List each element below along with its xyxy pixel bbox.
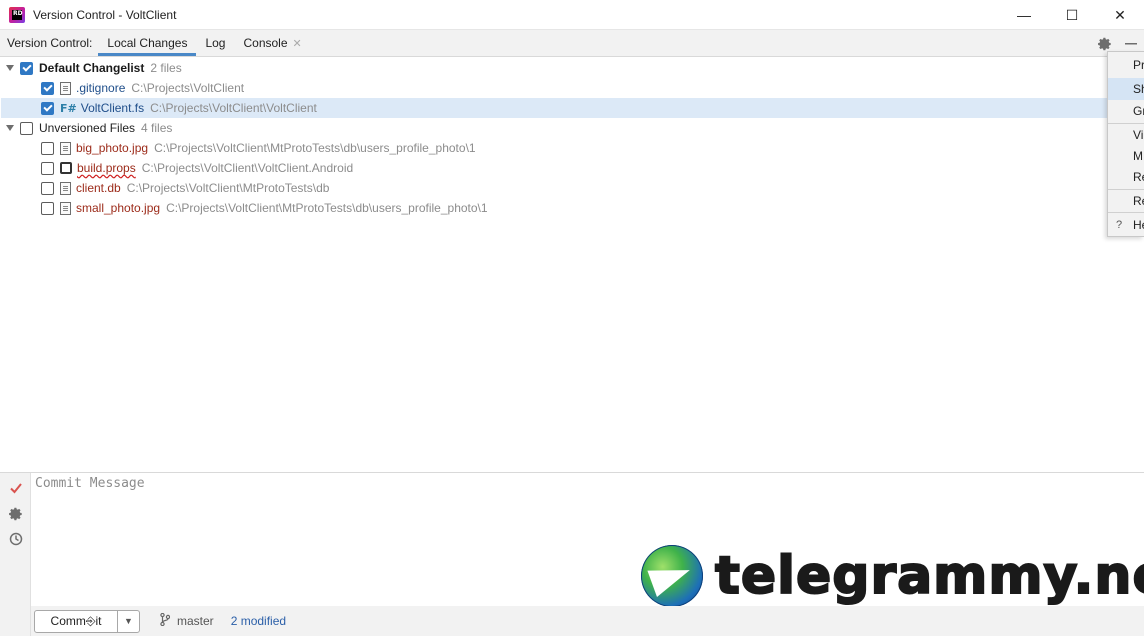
modified-count-link[interactable]: 2 modified [231,614,286,628]
commit-button[interactable]: Comm⎆it ▼ [34,609,140,633]
menu-item-label: He [1133,218,1144,232]
file-path: C:\Projects\VoltClient\MtProtoTests\db\u… [154,141,476,155]
changelist-default[interactable]: Default Changelist 2 files [1,58,1107,78]
menu-separator [1108,212,1144,213]
image-file-icon [60,141,71,155]
file-checkbox[interactable] [41,141,54,155]
logo-text: RD [12,9,23,20]
settings-icon[interactable] [8,506,24,522]
menu-item[interactable]: Vi [1108,124,1144,146]
tool-window-tabbar: Version Control: Local Changes Log Conso… [0,30,1144,57]
image-file-icon [60,201,71,215]
file-checkbox[interactable] [41,161,54,175]
changelist-checkbox[interactable] [20,121,33,135]
props-file-icon [60,162,72,174]
watermark-text: telegrammy.net [714,545,1144,607]
tab-label: Local Changes [107,36,188,50]
changelist-name: Default Changelist [39,61,145,75]
commit-button-label: Comm⎆it [50,613,102,628]
menu-item-help[interactable]: ? He [1108,214,1144,236]
options-popup-menu: Pr Sh Gr Vi M Re Re ? He [1107,51,1144,237]
file-checkbox[interactable] [41,101,54,115]
maximize-button[interactable]: ☐ [1048,0,1096,30]
file-row[interactable]: big_photo.jpg C:\Projects\VoltClient\MtP… [1,138,1107,158]
file-row[interactable]: build.props C:\Projects\VoltClient\VoltC… [1,158,1107,178]
paper-plane-icon [647,557,695,597]
menu-item[interactable]: Re [1108,166,1144,188]
file-name: big_photo.jpg [76,141,149,155]
file-name: .gitignore [76,81,126,95]
tab-label: Console [243,36,288,50]
branch-indicator[interactable]: master [160,612,214,629]
commit-dropdown-icon[interactable]: ▼ [117,610,139,632]
file-checkbox[interactable] [41,201,54,215]
watermark: telegrammy.net [641,544,1144,608]
menu-item[interactable]: M [1108,145,1144,167]
minimize-button[interactable]: — [1000,0,1048,30]
ignore-file-icon [60,81,71,95]
history-clock-icon[interactable] [8,531,24,547]
close-button[interactable]: ✕ [1096,0,1144,30]
window-title: Version Control - VoltClient [33,7,177,22]
changes-tree: Default Changelist 2 files .gitignore C:… [1,58,1107,472]
expand-arrow-icon[interactable] [6,65,14,71]
telegram-globe-logo-icon [641,545,703,607]
fsharp-file-icon: F# [60,101,77,115]
window-controls: — ☐ ✕ [1000,0,1144,30]
rider-logo-icon: RD [9,6,25,23]
help-icon: ? [1116,219,1123,231]
file-name: build.props [77,161,136,175]
database-file-icon [60,181,71,195]
file-name: client.db [76,181,121,195]
tab-close-icon[interactable]: ✕ [293,37,302,50]
tab-local-changes[interactable]: Local Changes [98,30,197,56]
file-name: VoltClient.fs [80,101,145,115]
menu-item[interactable]: Sh [1108,78,1144,100]
tab-log[interactable]: Log [196,30,234,56]
file-row[interactable]: F# VoltClient.fs C:\Projects\VoltClient\… [1,98,1107,118]
file-row[interactable]: .gitignore C:\Projects\VoltClient [1,78,1107,98]
file-path: C:\Projects\VoltClient\MtProtoTests\db [126,181,330,195]
checkmark-icon[interactable] [8,480,24,496]
commit-bottom-bar: Comm⎆it ▼ master 2 modified [31,606,1144,636]
menu-item[interactable]: Re [1108,190,1144,212]
branch-name: master [177,614,214,628]
changelist-name: Unversioned Files [39,121,136,135]
file-name: small_photo.jpg [76,201,161,215]
changelist-count: 2 files [150,61,182,75]
file-path: C:\Projects\VoltClient\VoltClient.Androi… [141,161,354,175]
file-row[interactable]: client.db C:\Projects\VoltClient\MtProto… [1,178,1107,198]
branch-icon [160,612,171,629]
changelist-checkbox[interactable] [20,61,33,75]
commit-message-placeholder: Commit Message [35,476,145,491]
file-checkbox[interactable] [41,81,54,95]
expand-arrow-icon[interactable] [6,125,14,131]
changelist-count: 4 files [141,121,173,135]
file-path: C:\Projects\VoltClient\VoltClient [150,101,317,115]
tab-label: Log [205,36,226,50]
menu-item[interactable]: Pr [1108,54,1144,76]
tab-console[interactable]: Console ✕ [234,30,310,56]
file-path: C:\Projects\VoltClient [131,81,245,95]
file-path: C:\Projects\VoltClient\MtProtoTests\db\u… [166,201,488,215]
commit-side-toolbar [0,473,31,636]
changelist-unversioned[interactable]: Unversioned Files 4 files [1,118,1107,138]
title-bar: RD Version Control - VoltClient — ☐ ✕ [0,0,1144,30]
file-row[interactable]: small_photo.jpg C:\Projects\VoltClient\M… [1,198,1107,218]
tool-window-label: Version Control: [7,36,93,50]
menu-item[interactable]: Gr [1108,100,1144,122]
file-checkbox[interactable] [41,181,54,195]
